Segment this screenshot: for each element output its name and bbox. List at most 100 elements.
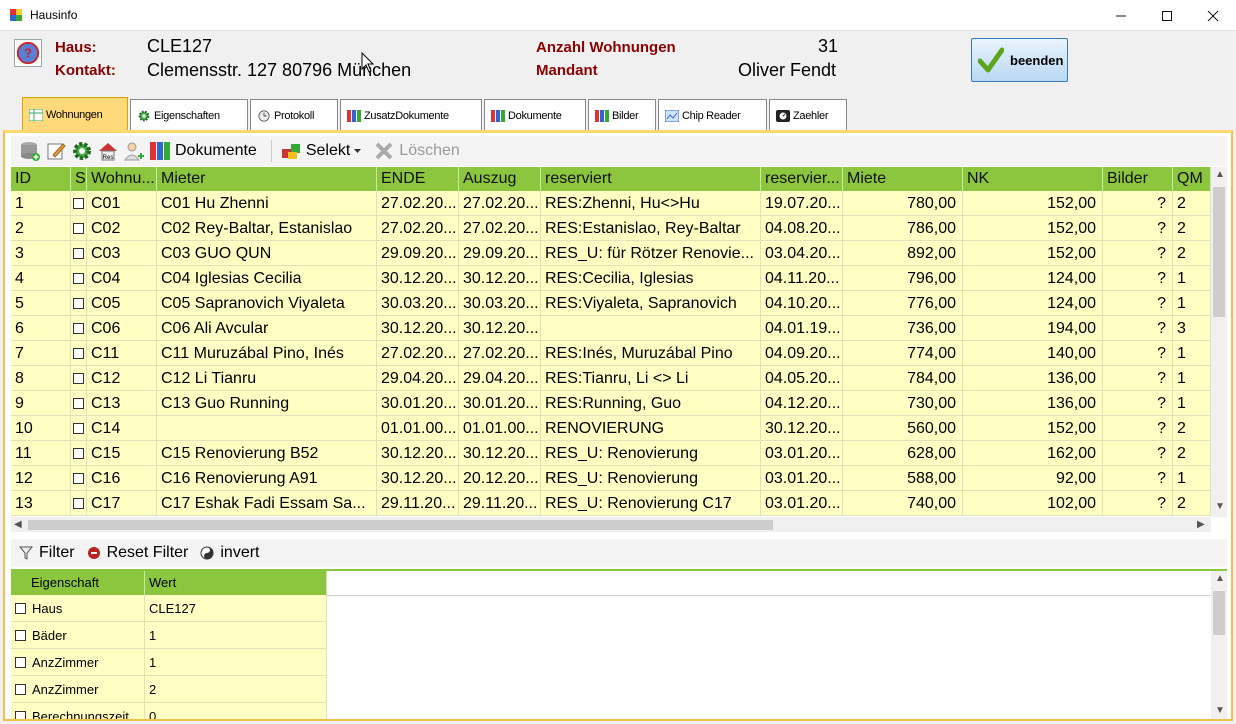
row-checkbox[interactable] [73, 498, 84, 509]
property-value[interactable]: 1 [145, 622, 327, 649]
cell-qm[interactable]: 2 [1173, 416, 1211, 441]
cell-miete[interactable]: 628,00 [843, 441, 963, 466]
cell-wohnung[interactable]: C02 [87, 216, 157, 241]
column-header-reserviert[interactable]: reserviert [541, 167, 761, 191]
cell-reserviert[interactable] [541, 316, 761, 341]
cell-miete[interactable]: 776,00 [843, 291, 963, 316]
cell-mieter[interactable]: C06 Ali Avcular [157, 316, 377, 341]
selekt-dropdown[interactable]: Selekt [306, 142, 350, 160]
cell-qm[interactable]: 1 [1173, 266, 1211, 291]
cell-reserviert[interactable]: RES:Zhenni, Hu<>Hu [541, 191, 761, 216]
cell-mieter[interactable]: C16 Renovierung A91 [157, 466, 377, 491]
cell-auszug[interactable]: 30.03.20... [459, 291, 541, 316]
table-row[interactable]: 6 C06 C06 Ali Avcular 30.12.20... 30.12.20..… [11, 316, 1211, 341]
cell-miete[interactable]: 796,00 [843, 266, 963, 291]
cell-wohnung[interactable]: C17 [87, 491, 157, 516]
row-checkbox[interactable] [73, 473, 84, 484]
cell-nk[interactable]: 152,00 [963, 191, 1103, 216]
reserve-house-icon[interactable]: Res [97, 140, 119, 162]
column-header-mieter[interactable]: Mieter [157, 167, 377, 191]
table-row[interactable]: 7 C11 C11 Muruzábal Pino, Inés 27.02.20... 2… [11, 341, 1211, 366]
tab-protokoll[interactable]: Protokoll [250, 99, 338, 131]
delete-x-icon[interactable] [373, 140, 395, 162]
close-button[interactable] [1190, 0, 1236, 31]
cell-nk[interactable]: 152,00 [963, 241, 1103, 266]
properties-vertical-scrollbar[interactable]: ▲ ▼ [1211, 571, 1227, 719]
property-value[interactable]: 0 [145, 703, 327, 719]
cell-bilder[interactable]: ? [1103, 341, 1173, 366]
cell-nk[interactable]: 140,00 [963, 341, 1103, 366]
cell-nk[interactable]: 152,00 [963, 416, 1103, 441]
cell-ende[interactable]: 30.12.20... [377, 466, 459, 491]
cell-reserviert[interactable]: RES:Running, Guo [541, 391, 761, 416]
cell-mieter[interactable]: C01 Hu Zhenni [157, 191, 377, 216]
column-header-eigenschaft[interactable]: Eigenschaft [11, 571, 145, 595]
cell-id[interactable]: 11 [11, 441, 71, 466]
cell-nk[interactable]: 162,00 [963, 441, 1103, 466]
column-header-id[interactable]: ID [11, 167, 71, 191]
scroll-down-arrow-icon[interactable]: ▼ [1215, 705, 1225, 716]
table-row[interactable]: 9 C13 C13 Guo Running 30.01.20... 30.01.20..… [11, 391, 1211, 416]
table-row[interactable]: 11 C15 C15 Renovierung B52 30.12.20... 30.12… [11, 441, 1211, 466]
cell-qm[interactable]: 2 [1173, 491, 1211, 516]
cell-nk[interactable]: 124,00 [963, 266, 1103, 291]
cell-bilder[interactable]: ? [1103, 441, 1173, 466]
select-cubes-icon[interactable] [280, 140, 302, 162]
tab-zusatzdokumente[interactable]: ZusatzDokumente [340, 99, 482, 131]
cell-selected[interactable] [71, 416, 87, 441]
table-row[interactable]: 2 C02 C02 Rey-Baltar, Estanislao 27.02.20..… [11, 216, 1211, 241]
invert-button[interactable]: invert [200, 544, 259, 562]
cell-id[interactable]: 4 [11, 266, 71, 291]
table-row[interactable]: 8 C12 C12 Li Tianru 29.04.20... 29.04.20... R… [11, 366, 1211, 391]
chevron-down-icon[interactable] [354, 148, 362, 154]
cell-reserviert-datum[interactable]: 04.08.20... [761, 216, 843, 241]
cell-wohnung[interactable]: C12 [87, 366, 157, 391]
column-header-bilder[interactable]: Bilder [1103, 167, 1173, 191]
column-header-auszug[interactable]: Auszug [459, 167, 541, 191]
cell-auszug[interactable]: 30.12.20... [459, 441, 541, 466]
cell-qm[interactable]: 2 [1173, 216, 1211, 241]
property-value[interactable]: CLE127 [145, 595, 327, 622]
property-value[interactable]: 1 [145, 649, 327, 676]
grid-vertical-scrollbar[interactable]: ▲ ▼ [1211, 167, 1227, 517]
column-header-wert[interactable]: Wert [145, 571, 327, 595]
scroll-up-arrow-icon[interactable]: ▲ [1215, 573, 1225, 584]
property-name-cell[interactable]: AnzZimmer [11, 676, 145, 703]
scroll-thumb[interactable] [1213, 591, 1225, 635]
cell-miete[interactable]: 730,00 [843, 391, 963, 416]
cell-mieter[interactable]: C17 Eshak Fadi Essam Sa... [157, 491, 377, 516]
cell-selected[interactable] [71, 316, 87, 341]
table-row[interactable]: 3 C03 C03 GUO QUN 29.09.20... 29.09.20... RES… [11, 241, 1211, 266]
cell-selected[interactable] [71, 266, 87, 291]
cell-ende[interactable]: 30.12.20... [377, 266, 459, 291]
cell-id[interactable]: 3 [11, 241, 71, 266]
cell-nk[interactable]: 124,00 [963, 291, 1103, 316]
scroll-left-arrow-icon[interactable]: ◀ [14, 519, 22, 530]
cell-qm[interactable]: 2 [1173, 191, 1211, 216]
maximize-button[interactable] [1144, 0, 1190, 31]
property-row[interactable]: AnzZimmer 1 [11, 649, 327, 676]
cell-reserviert-datum[interactable]: 04.10.20... [761, 291, 843, 316]
cell-id[interactable]: 5 [11, 291, 71, 316]
cell-bilder[interactable]: ? [1103, 266, 1173, 291]
cell-qm[interactable]: 2 [1173, 241, 1211, 266]
reset-filter-button[interactable]: Reset Filter [87, 544, 188, 562]
table-row[interactable]: 13 C17 C17 Eshak Fadi Essam Sa... 29.11.20.… [11, 491, 1211, 516]
cell-selected[interactable] [71, 216, 87, 241]
cell-wohnung[interactable]: C15 [87, 441, 157, 466]
cell-auszug[interactable]: 29.04.20... [459, 366, 541, 391]
cell-id[interactable]: 1 [11, 191, 71, 216]
cell-ende[interactable]: 30.12.20... [377, 316, 459, 341]
cell-reserviert[interactable]: RES:Estanislao, Rey-Baltar [541, 216, 761, 241]
column-header-wohnung[interactable]: Wohnu... [87, 167, 157, 191]
cell-wohnung[interactable]: C13 [87, 391, 157, 416]
cell-auszug[interactable]: 30.12.20... [459, 316, 541, 341]
cell-bilder[interactable]: ? [1103, 466, 1173, 491]
property-row[interactable]: Bäder 1 [11, 622, 327, 649]
cell-selected[interactable] [71, 191, 87, 216]
add-person-icon[interactable] [123, 140, 145, 162]
tab-zaehler[interactable]: Zaehler [769, 99, 847, 131]
cell-nk[interactable]: 136,00 [963, 366, 1103, 391]
table-row[interactable]: 10 C14 01.01.00... 01.01.00... RENOVIERUNG 30… [11, 416, 1211, 441]
cell-bilder[interactable]: ? [1103, 191, 1173, 216]
